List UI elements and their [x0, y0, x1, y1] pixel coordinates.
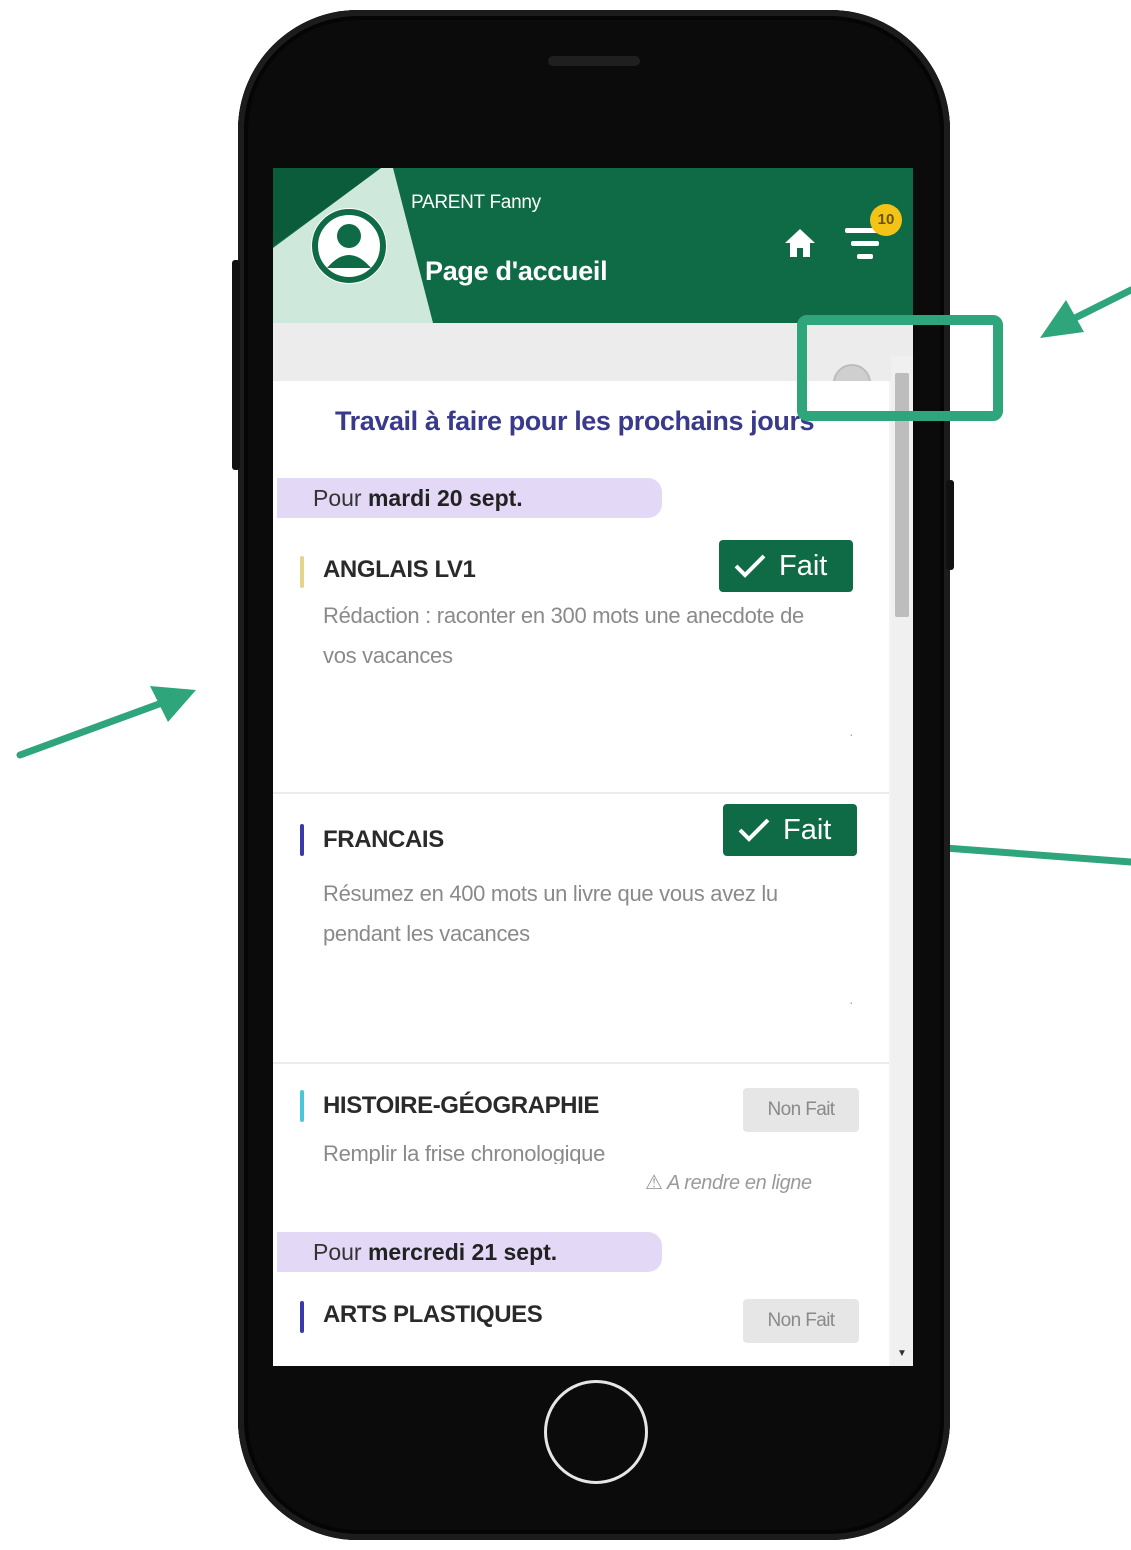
subject-color-bar [300, 824, 304, 856]
phone-speaker [548, 56, 640, 66]
check-icon [734, 554, 766, 578]
homework-description: Rédaction : raconter en 300 mots une ane… [323, 603, 804, 668]
check-icon [738, 818, 770, 842]
homework-description: Résumez en 400 mots un livre que vous av… [323, 881, 778, 946]
list-item[interactable]: ARTS PLASTIQUES Non Fait [273, 1281, 889, 1366]
subject-color-bar [300, 1090, 304, 1122]
user-avatar-icon[interactable] [311, 208, 387, 284]
app-header: PARENT Fanny Page d'accueil 10 [273, 168, 913, 323]
date-value: mercredi 21 sept. [367, 1239, 558, 1265]
list-item[interactable]: HISTOIRE-GÉOGRAPHIE Remplir la frise chr… [273, 1064, 889, 1214]
date-header: Pour mardi 20 sept. [277, 478, 662, 518]
subject-name: FRANCAIS [323, 826, 444, 853]
home-icon[interactable] [783, 226, 817, 260]
date-prefix: Pour [313, 485, 368, 511]
subject-name: ARTS PLASTIQUES [323, 1301, 543, 1328]
done-button[interactable]: Fait [719, 540, 853, 592]
section-title: Travail à faire pour les prochains jours [335, 406, 815, 436]
done-label: Fait [779, 550, 828, 582]
subject-color-bar [300, 556, 304, 588]
phone-volume-button [232, 260, 240, 470]
scroll-down-arrow[interactable]: ▼ [897, 1348, 907, 1359]
annotation-highlight-box [797, 315, 1003, 421]
phone-power-button [946, 480, 954, 570]
homework-description: Remplir la frise chronologique [323, 1141, 606, 1164]
not-done-button[interactable]: Non Fait [743, 1299, 859, 1343]
notification-badge[interactable]: 10 [870, 204, 902, 236]
not-done-button[interactable]: Non Fait [743, 1088, 859, 1132]
list-item[interactable]: ANGLAIS LV1 Rédaction : raconter en 300 … [273, 536, 889, 794]
subject-color-bar [300, 1301, 304, 1333]
phone-home-button[interactable] [544, 1380, 648, 1484]
user-name: PARENT Fanny [411, 192, 541, 213]
warning-icon: ⚠ [645, 1172, 663, 1194]
page-title: Page d'accueil [425, 256, 608, 286]
phone-frame: PARENT Fanny Page d'accueil 10 ANGLAIS L… [232, 10, 954, 1540]
date-header: Pour mercredi 21 sept. [277, 1232, 662, 1272]
homework-list: ANGLAIS LV1 Rédaction : raconter en 300 … [273, 381, 889, 1366]
subject-name: ANGLAIS LV1 [323, 556, 476, 583]
list-item[interactable]: FRANCAIS Résumez en 400 mots un livre qu… [273, 794, 889, 1064]
item-marker: · [849, 994, 854, 1010]
date-prefix: Pour [313, 1239, 368, 1265]
subject-name: HISTOIRE-GÉOGRAPHIE [323, 1092, 599, 1119]
date-value: mardi 20 sept. [367, 485, 523, 511]
done-button[interactable]: Fait [723, 804, 857, 856]
item-marker: · [849, 726, 854, 742]
done-label: Fait [783, 814, 832, 846]
online-submission-label: A rendre en ligne [666, 1172, 812, 1194]
online-submission-note: ⚠ A rendre en ligne [645, 1170, 812, 1195]
